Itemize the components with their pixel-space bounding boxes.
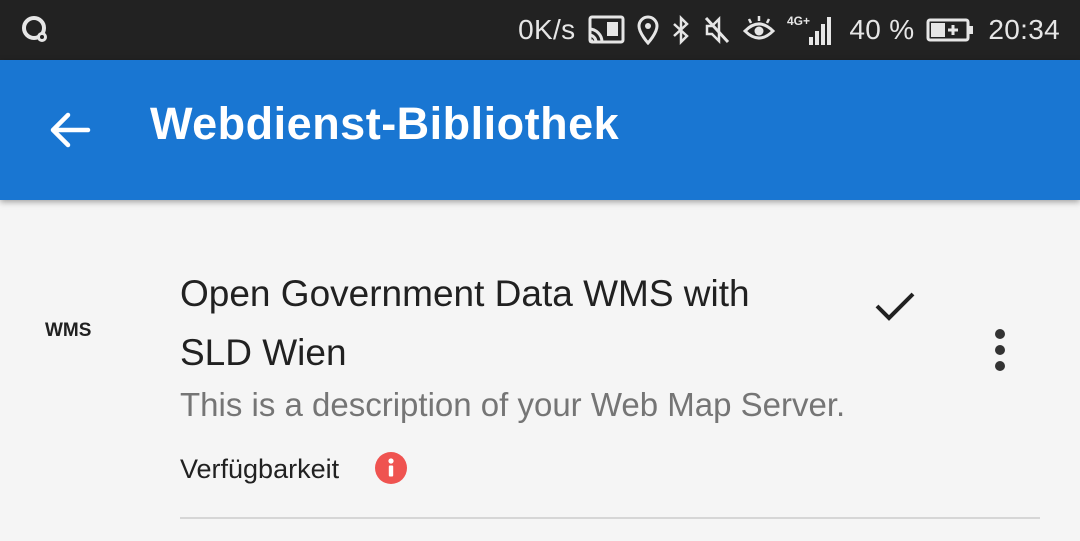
divider (180, 517, 1040, 519)
info-icon[interactable] (374, 451, 408, 485)
list-item[interactable]: WMS Open Government Data WMS with SLD Wi… (0, 200, 1080, 541)
status-icons: 0K/s 4G+ 40 % 20:34 (518, 0, 1060, 60)
eye-comfort-icon (743, 15, 776, 45)
service-type-label: WMS (45, 320, 92, 341)
back-button[interactable] (40, 100, 100, 160)
app-notification-icon (20, 14, 52, 46)
network-speed: 0K/s (518, 14, 576, 45)
service-title: Open Government Data WMS with SLD Wien (180, 273, 750, 373)
network-type: 4G+ (787, 14, 810, 28)
cast-icon (587, 15, 625, 45)
more-options-button[interactable] (978, 320, 1022, 380)
mute-icon (703, 15, 731, 45)
check-icon (872, 286, 918, 326)
availability-label: Verfügbarkeit (180, 454, 340, 484)
signal-icon: 4G+ (787, 13, 837, 47)
status-bar: 0K/s 4G+ 40 % 20:34 (0, 0, 1080, 60)
battery-percent: 40 % (849, 14, 915, 45)
app-bar: Webdienst-Bibliothek (0, 60, 1080, 200)
bluetooth-icon (671, 15, 691, 45)
more-vert-icon (995, 329, 1005, 371)
battery-charging-icon (926, 16, 976, 44)
page-title: Webdienst-Bibliothek (150, 98, 620, 149)
location-icon (637, 15, 659, 45)
clock: 20:34 (988, 14, 1060, 45)
arrow-back-icon (50, 112, 91, 148)
service-list: WMS Open Government Data WMS with SLD Wi… (0, 200, 1080, 541)
service-description: This is a description of your Web Map Se… (180, 386, 846, 423)
